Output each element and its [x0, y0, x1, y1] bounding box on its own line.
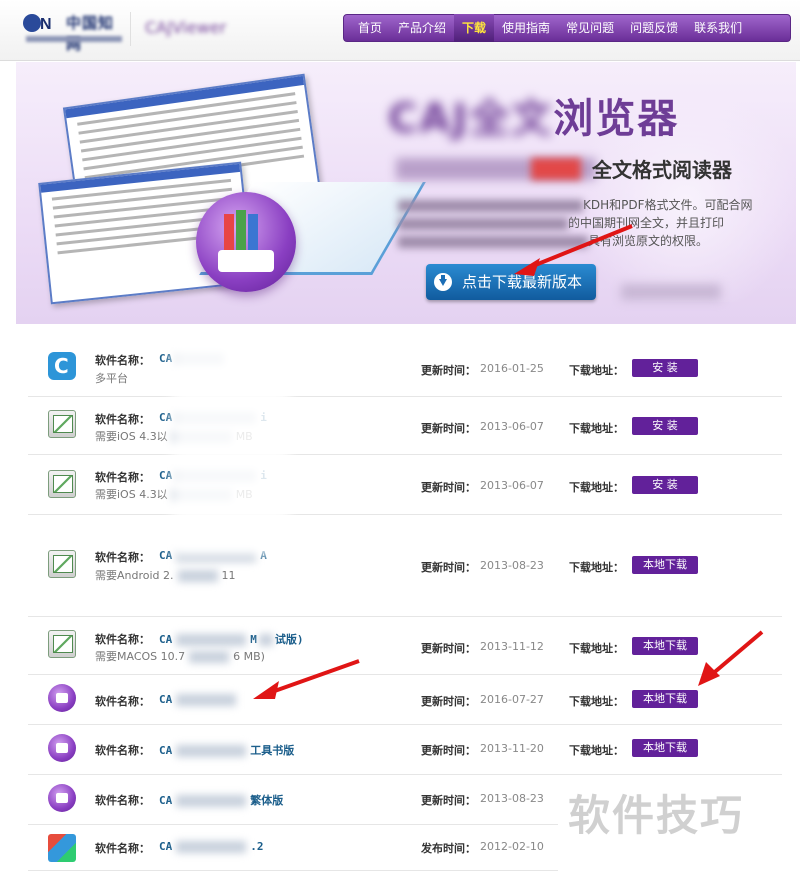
list-item: 软件名称： CA 更新时间： 2016-07-27 下载地址： 本地下载 — [28, 674, 782, 725]
product-name: CAJViewer — [145, 18, 227, 37]
nav-user-guide[interactable]: 使用指南 — [494, 14, 558, 42]
nav-faq[interactable]: 常见问题 — [558, 14, 622, 42]
local-download-button[interactable]: 本地下载 — [632, 556, 698, 574]
list-item: 软件名称： CAi 需要iOS 4.3以MB 更新时间： 2013-06-07 … — [28, 454, 782, 515]
install-button[interactable]: 安 装 — [632, 359, 698, 377]
list-item: 软件名称： CA 繁体版 更新时间： 2013-08-23 — [28, 774, 558, 825]
svg-text:N: N — [40, 16, 52, 33]
book-reader-icon — [48, 630, 76, 658]
banner-title: CAJ全文浏览器 — [388, 96, 680, 142]
blurred-link — [621, 284, 721, 300]
list-item: 软件名称： CA 多平台 更新时间： 2016-01-25 下载地址： 安 装 — [28, 326, 782, 397]
site-header: N 中国知网 CAJViewer 首页 产品介绍 下载 使用指南 常见问题 问题… — [0, 0, 800, 61]
cajviewer-round-icon — [48, 734, 76, 762]
nav-contact[interactable]: 联系我们 — [686, 14, 750, 42]
cajviewer-round-icon — [48, 784, 76, 812]
cnki-logo[interactable]: N 中国知网 — [22, 10, 126, 53]
install-button[interactable]: 安 装 — [632, 476, 698, 494]
list-item: 软件名称： CA .2 发布时间： 2012-02-10 — [28, 824, 558, 871]
redaction-blur — [172, 336, 290, 556]
banner-description: KDH和PDF格式文件。可配合网 的中国期刊网全文，并且打印 具有浏览原文的权限… — [398, 196, 770, 250]
nav-feedback[interactable]: 问题反馈 — [622, 14, 686, 42]
list-item: 软件名称： CAi 需要iOS 4.3以MB 更新时间： 2013-06-07 … — [28, 396, 782, 455]
cajviewer-round-icon — [48, 684, 76, 712]
book-reader-icon — [48, 550, 76, 578]
cajviewer-legacy-icon — [48, 834, 76, 862]
books-icon — [196, 192, 296, 292]
nav-home[interactable]: 首页 — [350, 14, 390, 42]
banner-subtitle: 全文格式阅读器 — [396, 154, 768, 184]
cnki-logo-icon: N — [23, 14, 52, 33]
install-button[interactable]: 安 装 — [632, 417, 698, 435]
nav-download[interactable]: 下载 — [454, 14, 495, 42]
main-nav: 首页 产品介绍 下载 使用指南 常见问题 问题反馈 联系我们 — [343, 14, 791, 42]
cajviewer-app-icon — [48, 352, 76, 380]
local-download-button[interactable]: 本地下载 — [632, 637, 698, 655]
local-download-button[interactable]: 本地下载 — [632, 739, 698, 757]
list-item: 软件名称： CA 工具书版 更新时间： 2013-11-20 下载地址： 本地下载 — [28, 724, 782, 775]
download-latest-button[interactable]: 点击下载最新版本 — [426, 264, 596, 300]
list-item: 软件名称： CA M 试版) 需要MACOS 10.7 6 MB) 更新时间： 201… — [28, 616, 782, 675]
list-item: 软件名称： CAA 需要Android 2.11 更新时间： 2013-08-2… — [28, 514, 782, 617]
logo-text: 中国知网 — [66, 14, 115, 53]
header-divider — [130, 12, 131, 46]
book-reader-icon — [48, 410, 76, 438]
book-reader-icon — [48, 470, 76, 498]
download-icon — [434, 273, 452, 291]
nav-product-intro[interactable]: 产品介绍 — [390, 14, 454, 42]
local-download-button[interactable]: 本地下载 — [632, 690, 698, 708]
logo-subtext — [26, 36, 122, 42]
hero-banner: CAJ全文浏览器 全文格式阅读器 KDH和PDF格式文件。可配合网 的中国期刊网… — [16, 62, 796, 324]
watermark-text: 软件技巧 — [568, 791, 745, 840]
